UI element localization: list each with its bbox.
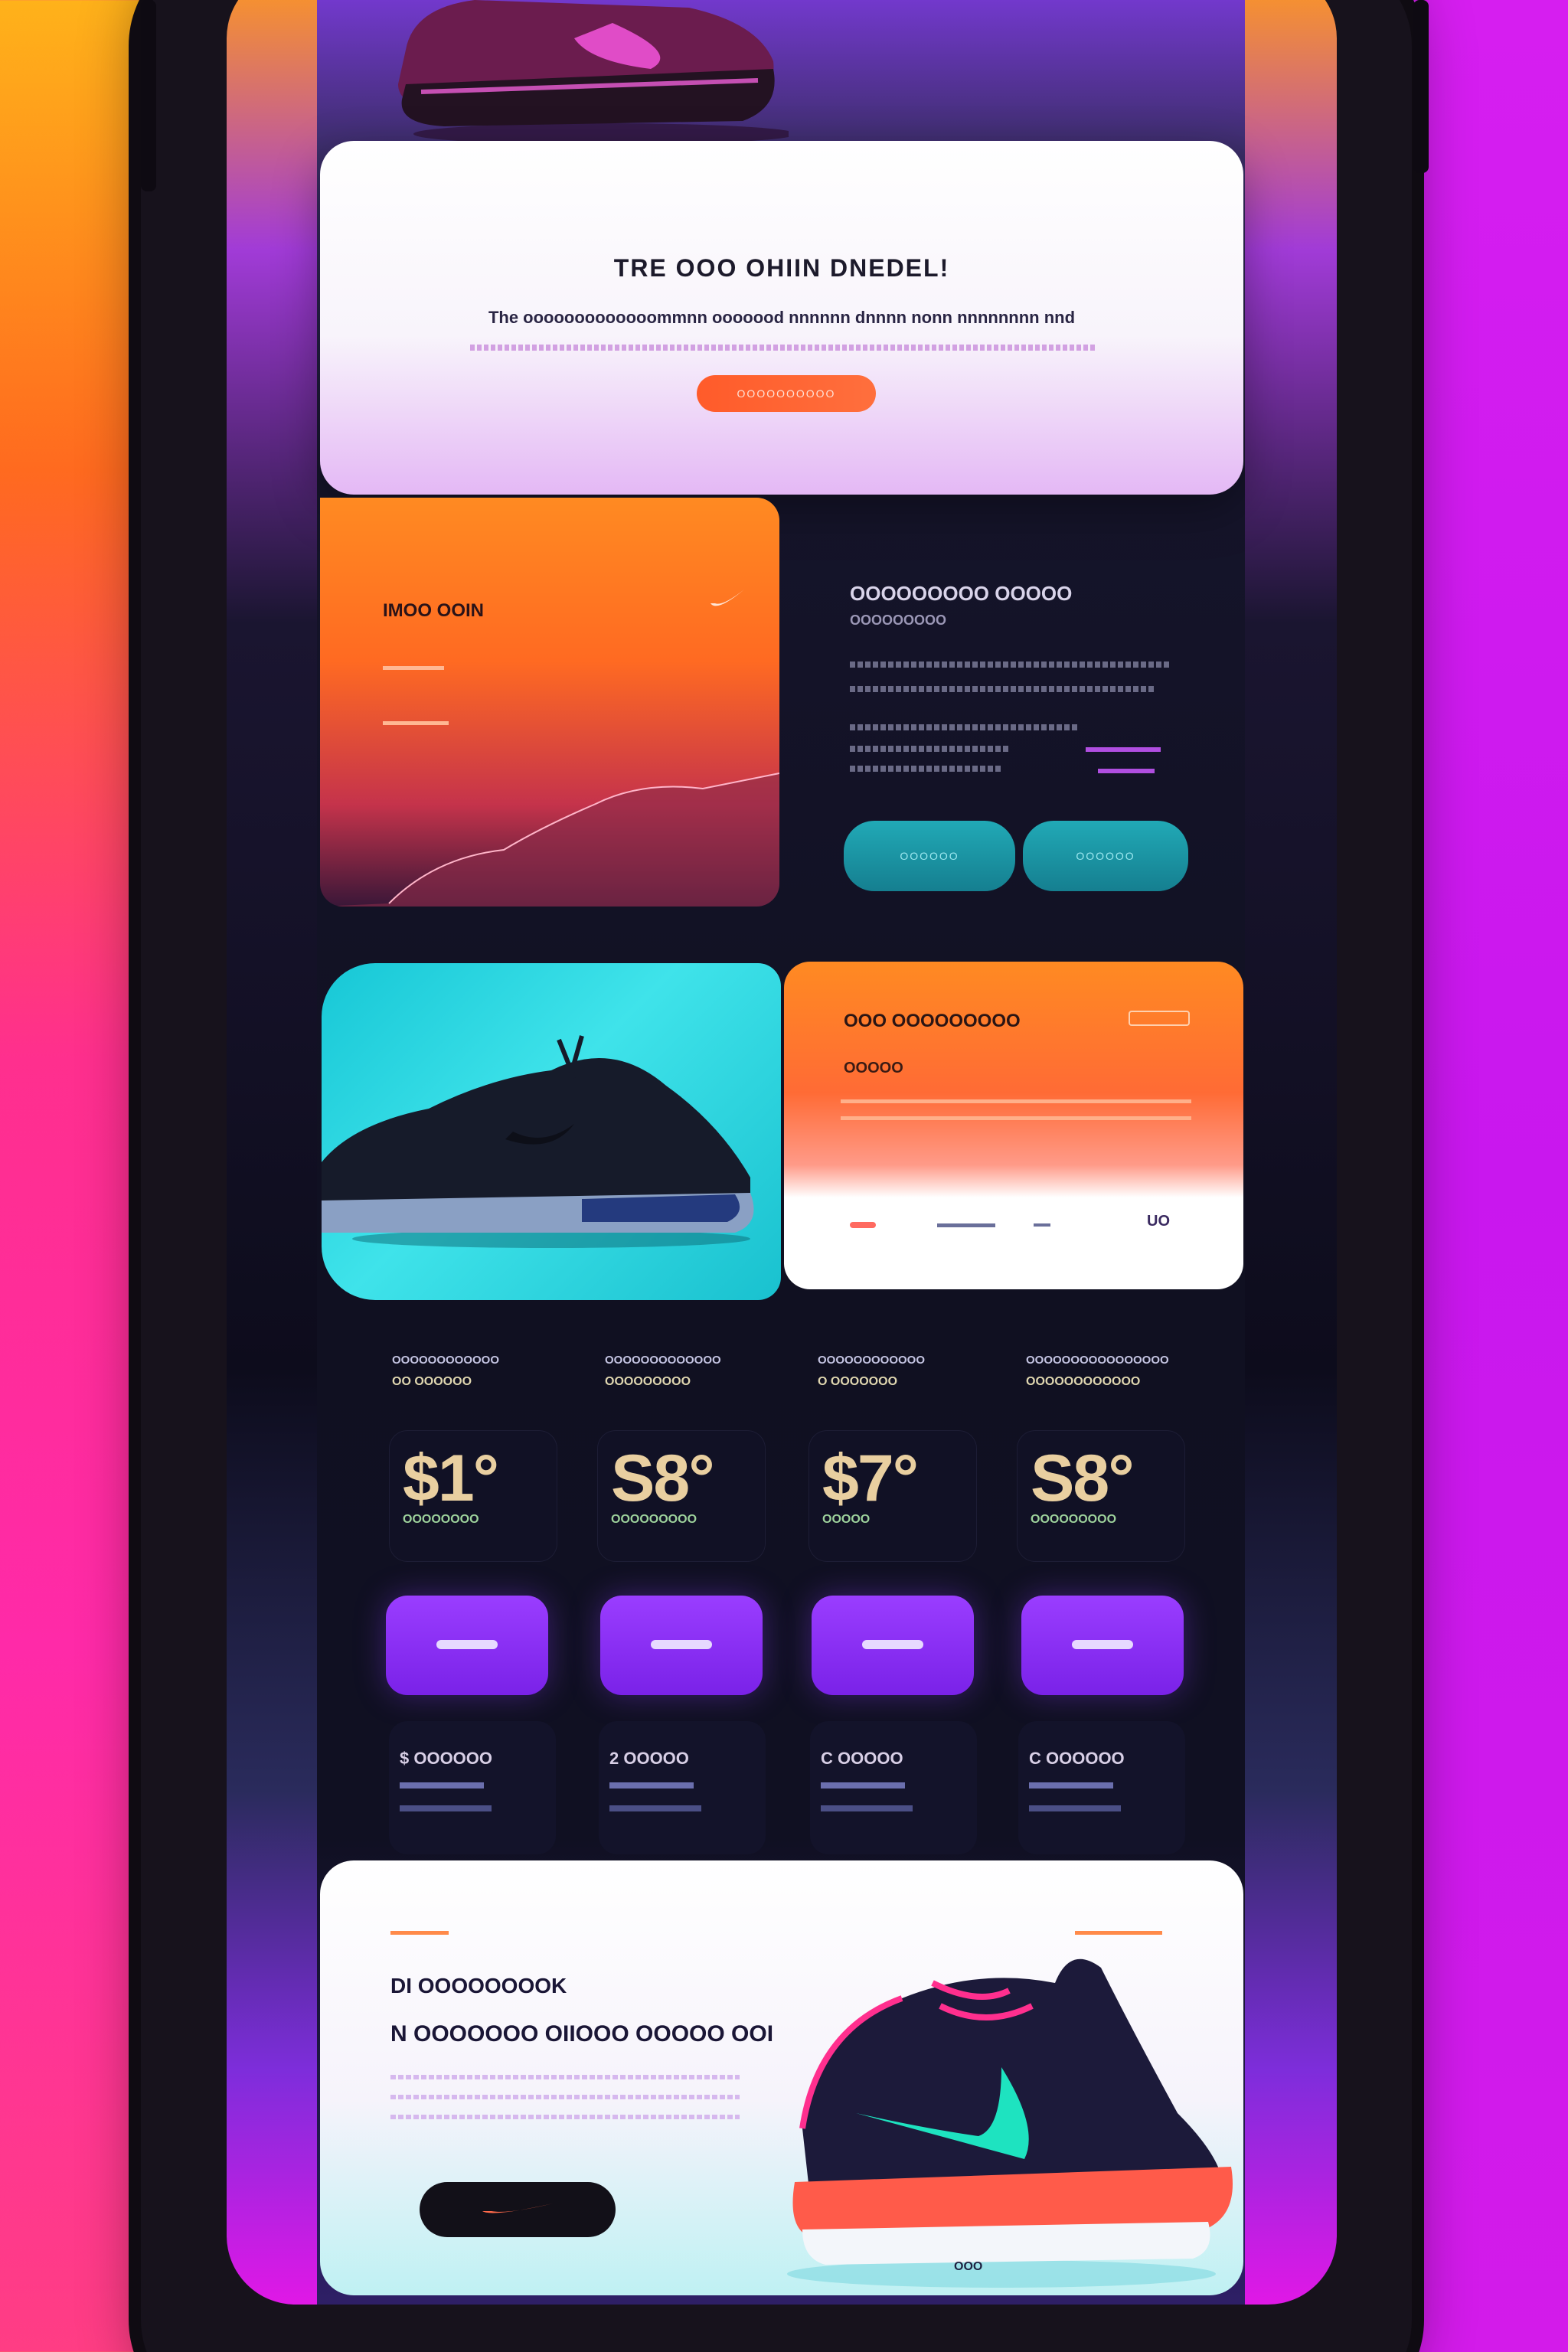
plan-heading: OOOOOOOOOOOOOOOO [1026,1354,1169,1367]
info-text-line [850,766,1003,772]
promo-title: OOO OOOOOOOOO [844,1011,1021,1031]
mini-tile[interactable]: $ OOOOOO [389,1721,556,1854]
buy-button[interactable] [1021,1596,1184,1695]
mini-tile-bar [1029,1805,1121,1811]
mini-tile-bar [400,1782,484,1788]
price-tile[interactable]: S8° OOOOOOOOO [597,1430,766,1562]
side-button [1413,0,1429,173]
product-shoe-image [322,1035,754,1248]
info-accent-line [1098,769,1155,773]
promo-dot [850,1222,876,1228]
bottom-shoe-image [787,1958,1233,2288]
price-tile[interactable]: S8° OOOOOOOOO [1017,1430,1185,1562]
hero-title: TRE OOO OHIIN DNEDEL! [613,254,950,282]
plan-heading: OOOOOOOOOOOO [818,1354,926,1367]
bottom-tag [390,1931,449,1935]
mini-tile-bar [609,1805,701,1811]
price-note: OOOOOOOOO [611,1513,697,1526]
mini-tile-bar [609,1782,694,1788]
product-card[interactable] [322,963,781,1300]
price-value: S8° [1031,1442,1135,1515]
mini-tile[interactable]: 2 OOOOO [599,1721,766,1854]
bottom-text-line [390,2115,740,2119]
price-note: OOOOOOOOO [1031,1513,1117,1526]
hero-text-line [470,345,1095,351]
promo-text-line [841,1116,1191,1120]
mini-tile[interactable]: C OOOOO [810,1721,977,1854]
mini-tile[interactable]: C OOOOOO [1018,1721,1185,1854]
bottom-feature-card: DI OOOOOOOOK N OOOOOOO OIIOOO OOOOO OOI … [320,1860,1243,2295]
hero-subtitle: The ooooooooooooommnn ooooood nnnnnn dnn… [488,308,1076,327]
mini-tile-label: C OOOOOO [1029,1749,1125,1768]
buy-button[interactable] [812,1596,974,1695]
info-subtitle: OOOOOOOOO [850,612,947,628]
buy-button[interactable] [386,1596,548,1695]
feature-card-title: IMOO OOIN [383,600,484,621]
mini-tile-label: 2 OOOOO [609,1749,689,1768]
minus-icon [1072,1640,1133,1649]
hero-card: TRE OOO OHIIN DNEDEL! The ooooooooooooom… [320,141,1243,495]
mini-tile-bar [1029,1782,1113,1788]
info-button-1[interactable]: OOOOOO [844,821,1015,891]
bottom-text-line [390,2075,740,2079]
plan-subheading: OOOOOOOOO [605,1375,691,1388]
promo-subtitle: OOOOO [844,1060,903,1076]
info-text-line [850,724,1080,730]
bottom-heading: DI OOOOOOOOK [390,1974,567,1998]
bottom-subheading: N OOOOOOO OIIOOO OOOOO OOI [390,2021,774,2047]
mini-tile-bar [821,1782,905,1788]
info-text-line [850,662,1171,668]
promo-text-line [841,1099,1191,1103]
price-value: $7° [822,1442,919,1515]
promo-badge [1129,1011,1190,1026]
price-value: $1° [403,1442,499,1515]
price-value: S8° [611,1442,715,1515]
plan-subheading: OOOOOOOOOOOO [1026,1375,1141,1388]
info-text-line [850,686,1156,692]
hero-shoe-image [398,0,789,145]
mini-tile-bar [400,1805,492,1811]
plan-subheading: O OOOOOOO [818,1375,898,1388]
info-accent-line [1086,747,1161,752]
shoe-badge: OOO [954,2260,983,2273]
info-text-line [850,746,1011,752]
info-button-2[interactable]: OOOOOO [1023,821,1188,891]
minus-icon [436,1640,498,1649]
shop-button[interactable] [420,2182,616,2237]
price-note: OOOOO [822,1513,871,1526]
plan-heading: OOOOOOOOOOOOO [605,1354,721,1367]
minus-icon [651,1640,712,1649]
buy-button[interactable] [600,1596,763,1695]
mini-tile-bar [821,1805,913,1811]
bottom-tag [1075,1931,1162,1935]
info-title: OOOOOOOOO OOOOO [850,582,1073,605]
swoosh-icon [710,590,744,606]
promo-text-line [937,1223,995,1227]
feature-line [383,721,449,725]
side-button [141,0,156,191]
plan-subheading: OO OOOOOO [392,1375,472,1388]
mini-tile-label: C OOOOO [821,1749,903,1768]
promo-text-line [1034,1223,1050,1227]
feature-card[interactable]: IMOO OOIN [320,498,779,906]
feature-line [383,666,444,670]
promo-code: UO [1147,1213,1170,1230]
feature-wave-graphic [320,773,779,906]
hero-cta-button[interactable]: OOOOOOOOOO [697,375,876,412]
price-tile[interactable]: $7° OOOOO [808,1430,977,1562]
plan-heading: OOOOOOOOOOOO [392,1354,500,1367]
swoosh-icon [482,2203,553,2213]
bottom-text-line [390,2095,740,2099]
price-note: OOOOOOOO [403,1513,479,1526]
minus-icon [862,1640,923,1649]
mini-tile-label: $ OOOOOO [400,1749,493,1768]
price-tile[interactable]: $1° OOOOOOOO [389,1430,557,1562]
promo-card[interactable]: OOO OOOOOOOOO OOOOO UO [784,962,1243,1289]
